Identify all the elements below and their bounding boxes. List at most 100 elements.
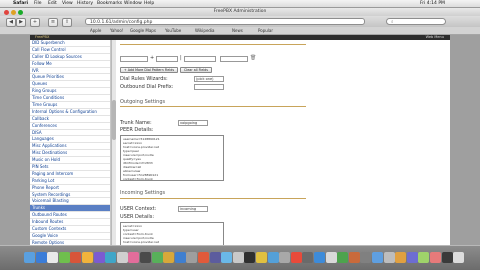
dock-app-icon[interactable] bbox=[221, 252, 233, 263]
dial-pattern-prefix-input[interactable] bbox=[156, 56, 178, 62]
dock-app-icon[interactable] bbox=[232, 252, 244, 263]
sidebar-item[interactable]: Music on Hold bbox=[30, 157, 110, 165]
sidebar-item[interactable]: DID Superbench bbox=[30, 40, 110, 47]
dock-app-icon[interactable] bbox=[406, 252, 418, 263]
sidebar-item[interactable]: Paging and Intercom bbox=[30, 170, 110, 178]
dock-app-icon[interactable] bbox=[372, 252, 383, 263]
forward-icon[interactable]: ▶ bbox=[16, 18, 26, 27]
bookmark-item[interactable]: Apple bbox=[90, 27, 101, 34]
menu-history[interactable]: History bbox=[77, 0, 93, 7]
sidebar-item[interactable]: Inbound Routes bbox=[30, 219, 110, 227]
sidebar-item[interactable]: Languages bbox=[30, 136, 110, 144]
dock-app-icon[interactable] bbox=[82, 252, 93, 263]
dock-app-icon[interactable] bbox=[302, 252, 314, 263]
sidebar-item[interactable]: Voicemail Blasting bbox=[30, 198, 110, 206]
sidebar-item[interactable]: System Recordings bbox=[30, 191, 110, 199]
sidebar-item[interactable]: Conferences bbox=[30, 122, 110, 130]
add-bookmark-icon[interactable]: + bbox=[30, 18, 40, 27]
menu-edit[interactable]: Edit bbox=[48, 0, 57, 7]
menu-window[interactable]: Window bbox=[124, 0, 142, 7]
menu-view[interactable]: View bbox=[62, 0, 73, 7]
dock-app-icon[interactable] bbox=[24, 252, 35, 263]
sidebar-item[interactable]: Queues bbox=[30, 81, 110, 89]
clock[interactable]: Fri 4:14 PM bbox=[420, 0, 445, 7]
dock-app-icon[interactable] bbox=[128, 252, 140, 263]
dock-app-icon[interactable] bbox=[395, 252, 407, 263]
dock-app-icon[interactable] bbox=[337, 252, 349, 263]
back-icon[interactable]: ◀ bbox=[6, 18, 16, 27]
dock-app-icon[interactable] bbox=[163, 252, 175, 263]
dock-app-icon[interactable] bbox=[418, 252, 430, 263]
delete-pattern-icon[interactable]: 🗑 bbox=[250, 55, 256, 61]
dial-pattern-callerid-input[interactable] bbox=[220, 56, 248, 62]
reader-icon[interactable]: ≡ bbox=[48, 18, 58, 27]
dock-app-icon[interactable] bbox=[209, 252, 221, 263]
sidebar-item[interactable]: Trunks bbox=[30, 205, 110, 213]
sidebar-item[interactable]: PIN Sets bbox=[30, 164, 110, 171]
bookmark-item[interactable]: Yahoo! bbox=[110, 27, 123, 34]
share-icon[interactable]: ⇪ bbox=[62, 18, 72, 27]
dock-app-icon[interactable] bbox=[70, 252, 82, 263]
dock-app-icon[interactable] bbox=[105, 252, 117, 263]
bookmark-item[interactable]: Popular bbox=[258, 27, 273, 34]
sidebar-item[interactable]: Misc Applications bbox=[30, 143, 110, 151]
trunk-name-input[interactable]: voipgoing bbox=[178, 120, 208, 126]
bookmark-item[interactable]: YouTube bbox=[165, 27, 181, 34]
dock-app-icon[interactable] bbox=[47, 252, 59, 263]
sidebar-item[interactable]: Time Conditions bbox=[30, 95, 110, 103]
menu-file[interactable]: File bbox=[34, 0, 42, 7]
dock-app-icon[interactable] bbox=[256, 252, 267, 263]
sidebar-item[interactable]: Internal Options & Configuration bbox=[30, 108, 110, 116]
dock-app-icon[interactable] bbox=[267, 252, 279, 263]
dock-app-icon[interactable] bbox=[244, 252, 256, 263]
dock-app-icon[interactable] bbox=[35, 252, 47, 263]
sidebar-item[interactable]: Misc Destinations bbox=[30, 150, 110, 158]
dial-pattern-prepend-input[interactable] bbox=[120, 56, 148, 62]
sidebar-item[interactable]: Parking Lot bbox=[30, 177, 110, 185]
sidebar-item[interactable]: Queue Priorities bbox=[30, 74, 110, 82]
sidebar-item[interactable]: Custom Contexts bbox=[30, 226, 110, 233]
sidebar-item[interactable]: IVR bbox=[30, 67, 110, 75]
outbound-dial-prefix-input[interactable] bbox=[194, 84, 224, 90]
dock-app-icon[interactable] bbox=[290, 252, 302, 263]
menubar-app[interactable]: Safari bbox=[13, 0, 28, 7]
dock-app-icon[interactable] bbox=[325, 252, 337, 263]
sidebar-item[interactable]: DISA bbox=[30, 129, 110, 137]
dock-app-icon[interactable] bbox=[58, 252, 70, 263]
dial-rules-wizards-select[interactable]: (pick one) bbox=[194, 76, 224, 82]
menu-help[interactable]: Help bbox=[144, 0, 154, 7]
dock-app-icon[interactable] bbox=[140, 252, 151, 263]
dock-app-icon[interactable] bbox=[93, 252, 105, 263]
dock-app-icon[interactable] bbox=[430, 252, 441, 263]
dock-app-icon[interactable] bbox=[279, 252, 291, 263]
sidebar-item[interactable]: Outbound Routes bbox=[30, 212, 110, 220]
sidebar-item[interactable]: Callback bbox=[30, 115, 110, 123]
sidebar-item[interactable]: Time Groups bbox=[30, 102, 110, 109]
sidebar-item[interactable]: Phone Report bbox=[30, 184, 110, 192]
peer-details-textarea[interactable]: username=5128890121 secret=xxxx host=voice… bbox=[120, 135, 224, 181]
search-input[interactable]: ⌕ bbox=[386, 18, 446, 25]
dock-app-icon[interactable] bbox=[453, 252, 465, 263]
dial-pattern-match-input[interactable] bbox=[184, 56, 216, 62]
dock-app-icon[interactable] bbox=[116, 252, 128, 263]
sidebar-item[interactable]: Caller ID Lookup Sources bbox=[30, 53, 110, 61]
user-context-input[interactable]: incoming bbox=[178, 206, 208, 212]
address-bar[interactable]: 10.0.1.61/admin/config.php bbox=[85, 18, 365, 25]
sidebar-item[interactable]: Google Voice bbox=[30, 232, 110, 240]
dock-app-icon[interactable] bbox=[151, 252, 163, 263]
dock-app-icon[interactable] bbox=[360, 252, 372, 263]
add-dial-pattern-button[interactable]: + Add More Dial Pattern Fields bbox=[120, 67, 178, 73]
dock-app-icon[interactable] bbox=[186, 252, 198, 263]
dock-app-icon[interactable] bbox=[174, 252, 186, 263]
clear-all-fields-button[interactable]: Clear all Fields bbox=[180, 67, 212, 73]
sidebar-item[interactable]: Call Flow Control bbox=[30, 46, 110, 54]
dock-app-icon[interactable] bbox=[198, 252, 209, 263]
dock-app-icon[interactable] bbox=[348, 252, 360, 263]
sidebar-item[interactable]: Remote Options bbox=[30, 239, 110, 245]
bookmark-item[interactable]: Wikipedia bbox=[195, 27, 215, 34]
dock-app-icon[interactable] bbox=[314, 252, 325, 263]
user-details-textarea[interactable]: secret=xxxx type=user context=from-trunk in… bbox=[120, 222, 224, 245]
bookmark-item[interactable]: News bbox=[232, 27, 243, 34]
sidebar-item[interactable]: Follow Me bbox=[30, 60, 110, 68]
bookmark-item[interactable]: Google Maps bbox=[130, 27, 156, 34]
